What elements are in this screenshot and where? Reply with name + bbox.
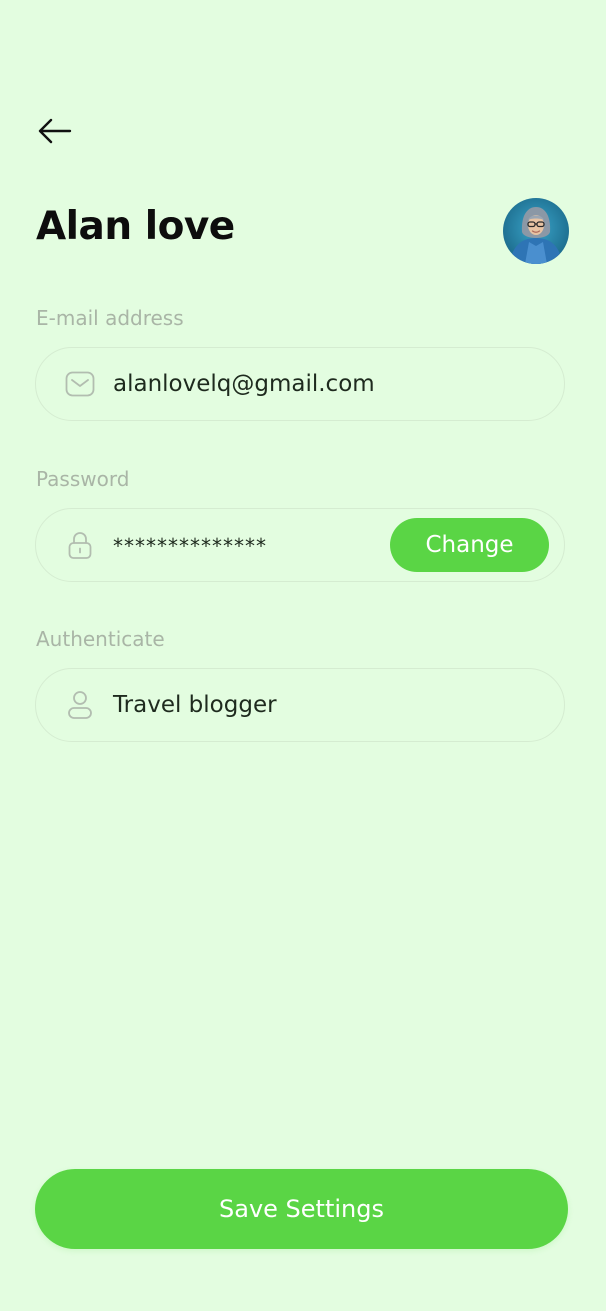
user-icon <box>65 690 95 720</box>
save-settings-button[interactable]: Save Settings <box>35 1169 568 1249</box>
authenticate-value: Travel blogger <box>113 692 277 718</box>
lock-icon <box>65 530 95 560</box>
avatar[interactable] <box>503 198 569 264</box>
password-value: ************** <box>113 534 267 559</box>
back-button[interactable] <box>34 112 76 154</box>
authenticate-label: Authenticate <box>36 627 165 651</box>
email-field[interactable]: alanlovelq@gmail.com <box>35 347 565 421</box>
email-label: E-mail address <box>36 306 184 330</box>
arrow-left-icon <box>38 118 72 148</box>
password-field[interactable]: ************** Change <box>35 508 565 582</box>
password-label: Password <box>36 467 130 491</box>
email-value: alanlovelq@gmail.com <box>113 371 375 397</box>
mail-icon <box>65 369 95 399</box>
authenticate-field[interactable]: Travel blogger <box>35 668 565 742</box>
change-password-button[interactable]: Change <box>390 518 549 572</box>
page-title: Alan love <box>36 204 235 249</box>
